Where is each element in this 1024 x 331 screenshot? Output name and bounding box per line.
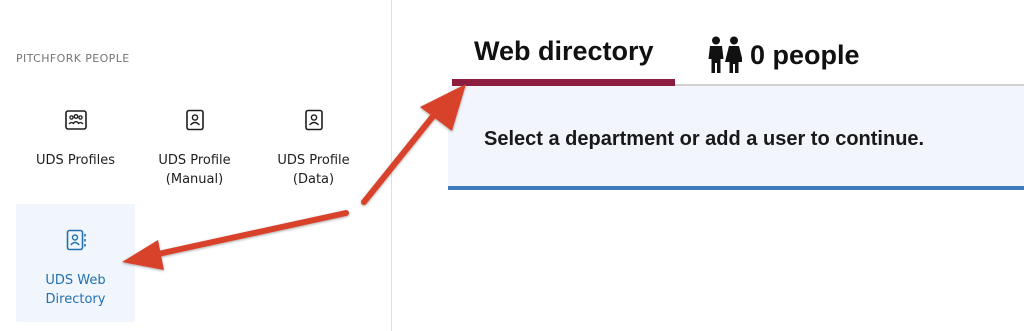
contact-book-icon: [66, 229, 86, 251]
tab-people-count[interactable]: 0 people: [708, 36, 860, 74]
people-group-icon: [64, 110, 87, 130]
notice-text: Select a department or add a user to con…: [484, 128, 925, 150]
panel-divider: [391, 0, 392, 331]
person-badge-icon: [304, 109, 323, 131]
block-inserter-panel: PITCHFORK PEOPLE UDS Profiles UDS Profil…: [0, 0, 392, 331]
block-uds-profiles[interactable]: UDS Profiles: [16, 96, 135, 214]
people-icon: [708, 36, 742, 73]
directory-notice: Select a department or add a user to con…: [448, 86, 1024, 190]
block-label: UDS Profile (Data): [277, 153, 350, 187]
person-badge-icon: [185, 109, 204, 131]
block-uds-web-directory[interactable]: UDS Web Directory: [16, 204, 135, 322]
block-label: UDS Web Directory: [45, 273, 106, 307]
block-label: UDS Profiles: [35, 153, 116, 168]
tab-web-directory[interactable]: Web directory: [474, 36, 654, 67]
block-uds-profile-data[interactable]: UDS Profile (Data): [254, 96, 373, 214]
people-count-label: 0 people: [750, 39, 860, 70]
category-title: PITCHFORK PEOPLE: [16, 52, 130, 65]
block-label: UDS Profile (Manual): [158, 153, 231, 187]
block-uds-profile-manual[interactable]: UDS Profile (Manual): [135, 96, 254, 214]
active-tab-indicator: [452, 79, 675, 86]
